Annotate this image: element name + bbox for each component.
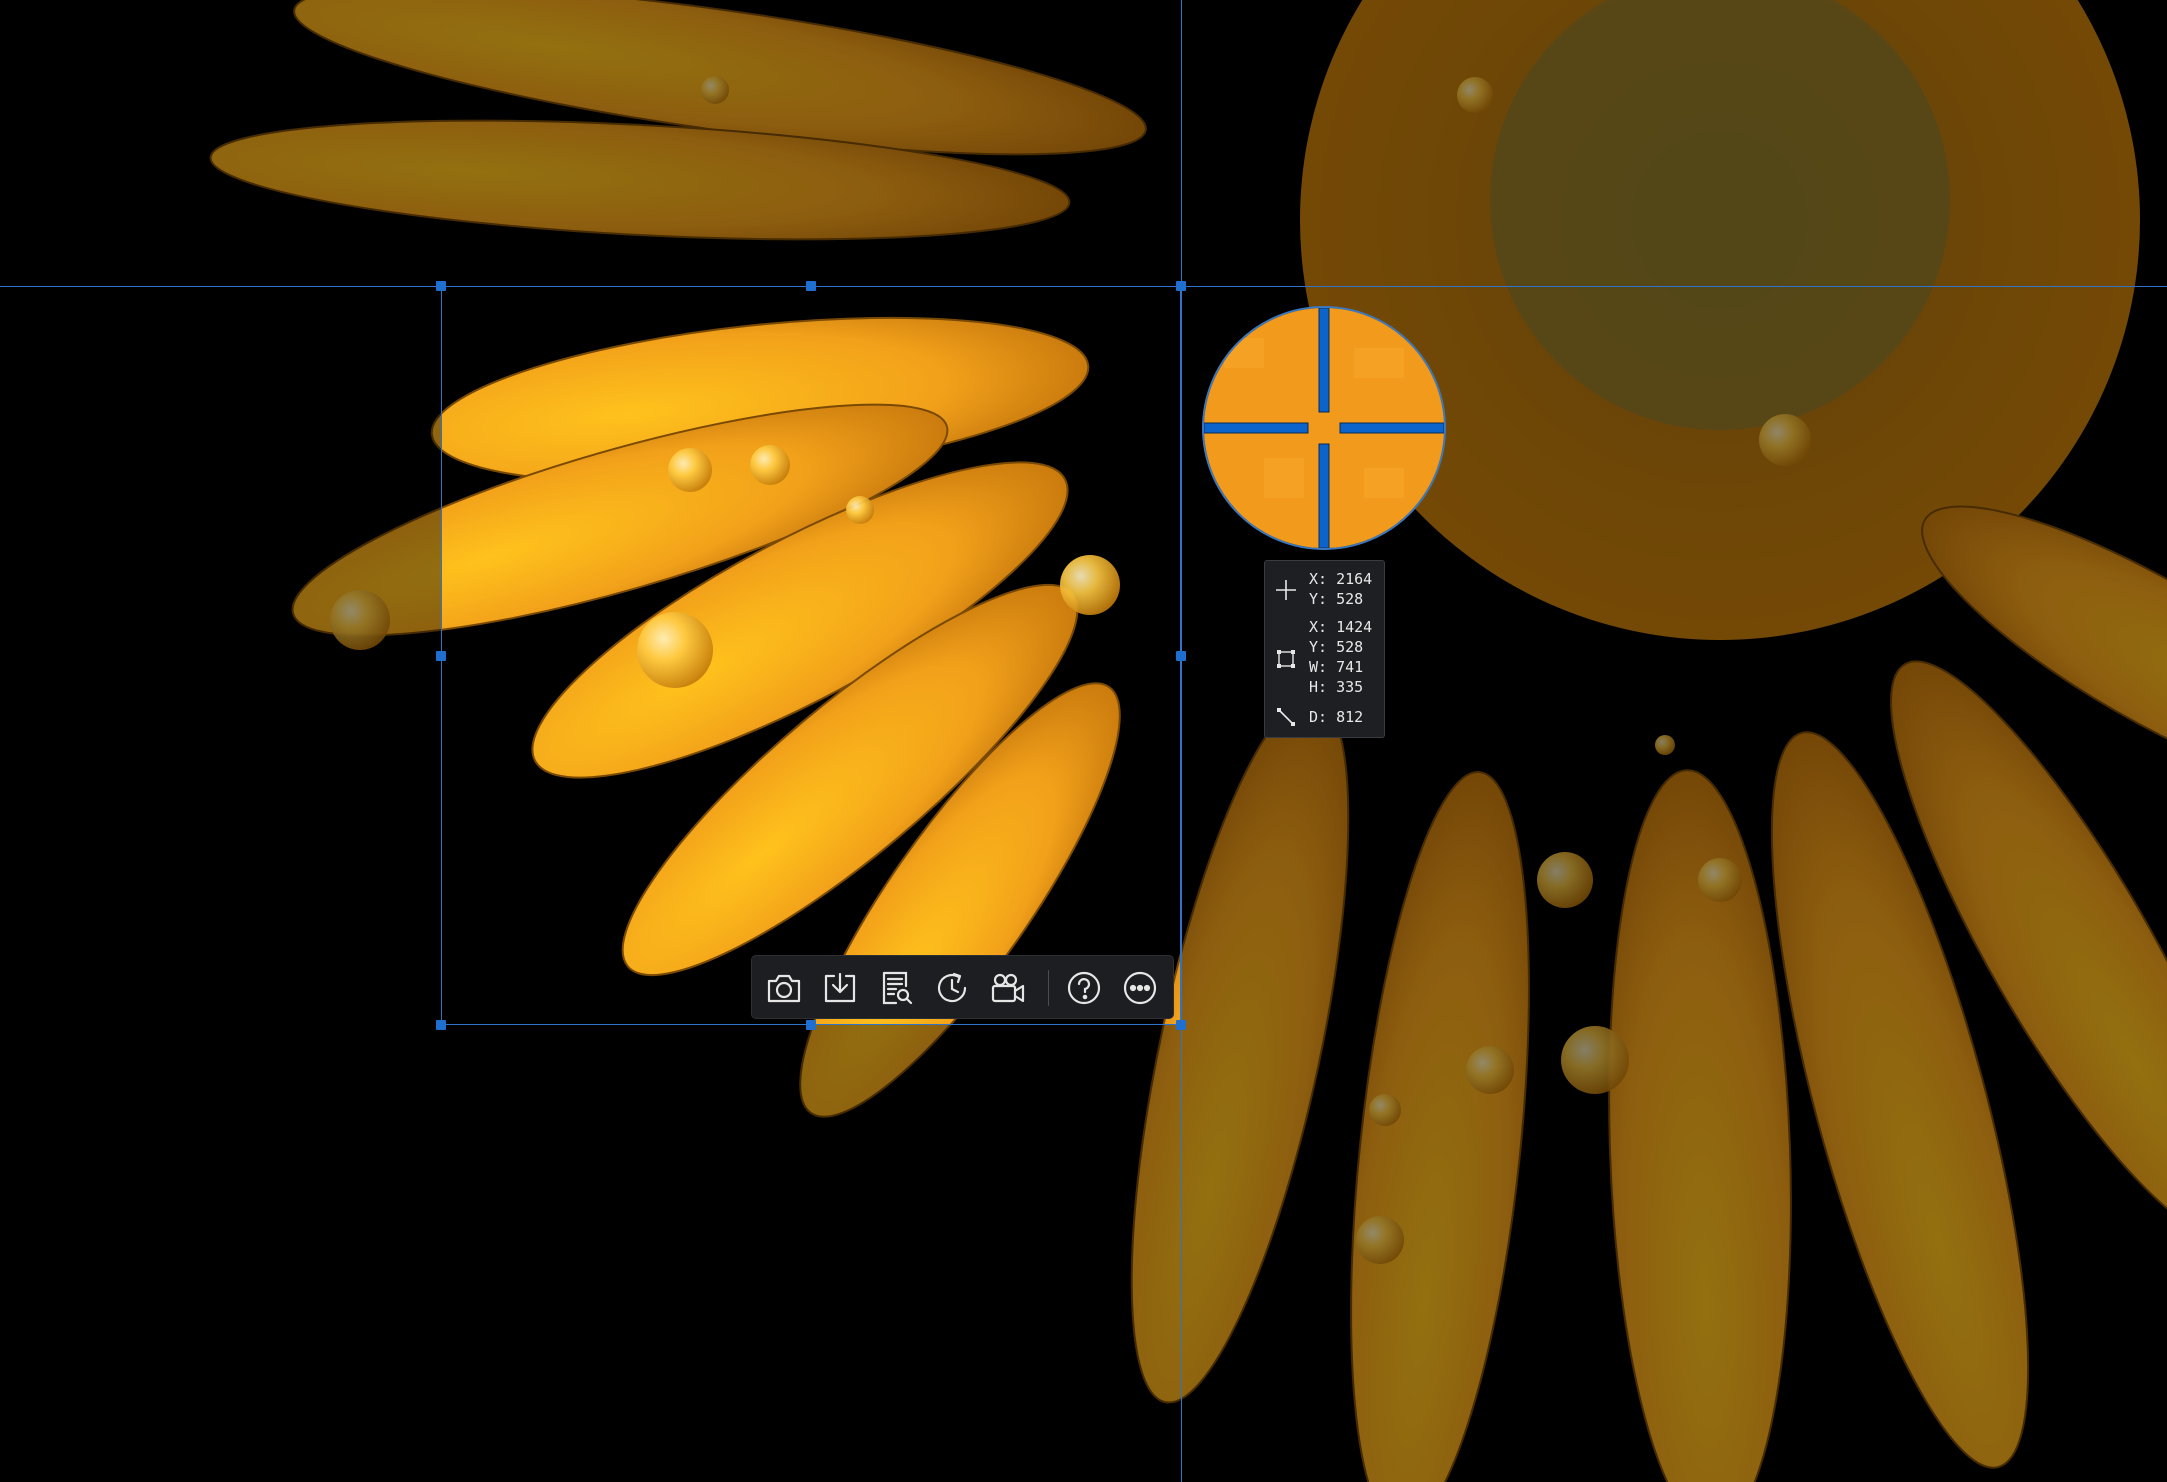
selection-x-value: 1424 (1336, 618, 1373, 636)
resize-handle-top-left[interactable] (436, 281, 446, 291)
more-button[interactable] (1118, 966, 1162, 1010)
question-circle-icon (1067, 971, 1101, 1005)
cursor-y-row: Y: 528 (1309, 589, 1372, 609)
clock-refresh-icon (937, 972, 967, 1003)
capture-toolbar (751, 955, 1174, 1019)
toolbar-separator (1048, 970, 1049, 1006)
magnifier-loupe (1202, 306, 1446, 550)
cursor-x-label: X: (1309, 570, 1328, 588)
selection-h-value: 335 (1336, 678, 1364, 696)
record-video-button[interactable] (986, 966, 1030, 1010)
dim-bottom (0, 1025, 2167, 1482)
capture-button[interactable] (762, 966, 806, 1010)
resize-handle-bottom-left[interactable] (436, 1020, 446, 1030)
save-button[interactable] (818, 966, 862, 1010)
coordinate-info-panel: X: 2164 Y: 528 X: 1424 Y: 528 W: 741 H: … (1264, 560, 1385, 738)
scrolling-capture-button[interactable] (930, 966, 974, 1010)
resize-handle-left[interactable] (436, 651, 446, 661)
cursor-x-value: 2164 (1336, 570, 1373, 588)
resize-handle-right[interactable] (1176, 651, 1186, 661)
cursor-y-value: 528 (1336, 590, 1364, 608)
download-tray-icon (824, 972, 856, 1003)
distance-label: D: (1309, 708, 1328, 726)
ocr-button[interactable] (874, 966, 918, 1010)
resize-handle-top-right[interactable] (1176, 281, 1186, 291)
selection-x-row: X: 1424 (1309, 617, 1372, 637)
selection-w-value: 741 (1336, 658, 1364, 676)
resize-handle-bottom-right[interactable] (1176, 1020, 1186, 1030)
crosshair-icon (1276, 580, 1296, 600)
vertical-guide-line (1181, 0, 1182, 1482)
selection-h-label: H: (1309, 678, 1328, 696)
dim-left (0, 286, 441, 1025)
distance-row: D: 812 (1309, 707, 1363, 727)
resize-handle-bottom[interactable] (806, 1020, 816, 1030)
cursor-position: X: 2164 Y: 528 (1309, 569, 1372, 609)
selection-y-value: 528 (1336, 638, 1364, 656)
camera-icon (767, 974, 801, 1003)
document-search-icon (882, 971, 913, 1005)
selection-w-label: W: (1309, 658, 1328, 676)
distance-readout: D: 812 (1309, 707, 1363, 727)
selection-w-row: W: 741 (1309, 657, 1372, 677)
distance-value: 812 (1336, 708, 1364, 726)
cursor-x-row: X: 2164 (1309, 569, 1372, 589)
help-button[interactable] (1062, 966, 1106, 1010)
selection-h-row: H: 335 (1309, 677, 1372, 697)
selection-rectangle[interactable] (441, 286, 1181, 1025)
screen-capture-stage[interactable]: X: 2164 Y: 528 X: 1424 Y: 528 W: 741 H: … (0, 0, 2167, 1482)
selection-y-label: Y: (1309, 638, 1328, 656)
selection-y-row: Y: 528 (1309, 637, 1372, 657)
resize-handle-top[interactable] (806, 281, 816, 291)
more-dots-icon (1123, 971, 1157, 1005)
selection-geometry: X: 1424 Y: 528 W: 741 H: 335 (1309, 617, 1372, 697)
diagonal-measure-icon (1277, 708, 1295, 726)
video-camera-icon (991, 973, 1025, 1003)
cursor-y-label: Y: (1309, 590, 1328, 608)
selection-x-label: X: (1309, 618, 1328, 636)
selection-rect-icon (1277, 650, 1295, 668)
dim-top (0, 0, 2167, 286)
